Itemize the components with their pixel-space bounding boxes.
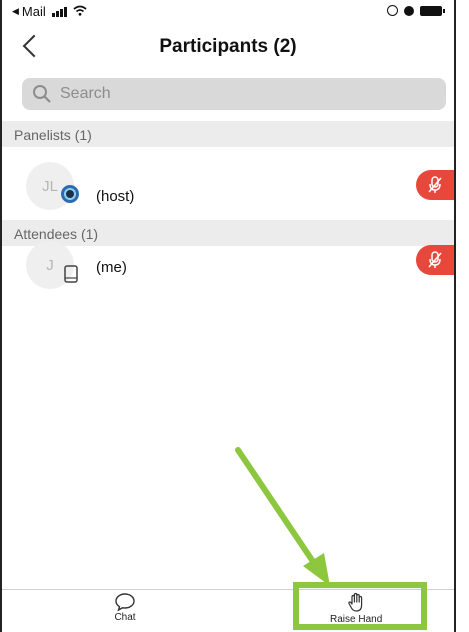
annotation-arrow [235,447,330,586]
annotation-highlight-box [293,582,427,630]
